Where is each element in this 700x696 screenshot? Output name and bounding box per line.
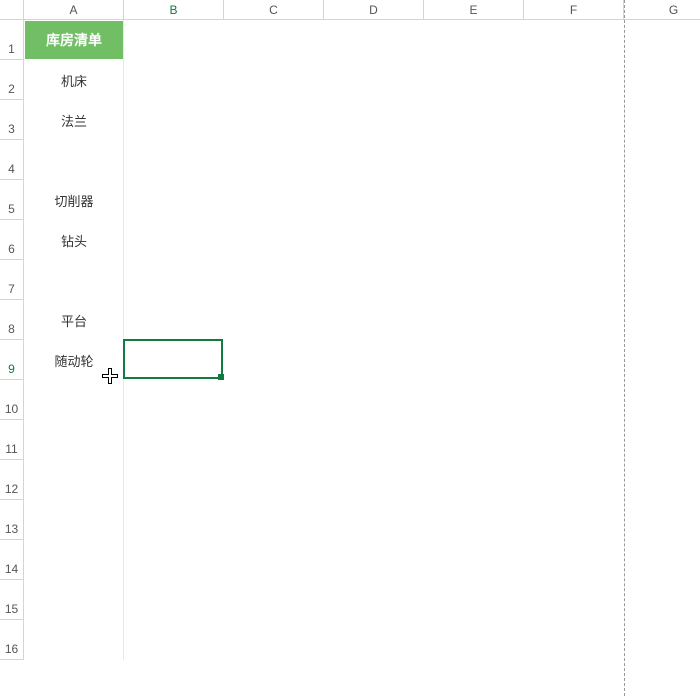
row-header-3[interactable]: 3 <box>0 100 24 140</box>
fill-handle[interactable] <box>218 374 224 380</box>
cell-A7[interactable] <box>24 260 124 300</box>
column-headers: ABCDEFG <box>0 0 700 20</box>
col-header-E[interactable]: E <box>424 0 524 20</box>
row-header-14[interactable]: 14 <box>0 540 24 580</box>
col-header-F[interactable]: F <box>524 0 624 20</box>
row-header-16[interactable]: 16 <box>0 620 24 660</box>
cell-text: 钻头 <box>61 231 87 250</box>
col-header-C[interactable]: C <box>224 0 324 20</box>
cell-A3[interactable]: 法兰 <box>24 100 124 140</box>
cell-text: 切削器 <box>54 191 93 210</box>
row-header-4[interactable]: 4 <box>0 140 24 180</box>
cell-A6[interactable]: 钻头 <box>24 220 124 260</box>
cell-text: 机床 <box>61 71 87 90</box>
col-header-D[interactable]: D <box>324 0 424 20</box>
row-header-12[interactable]: 12 <box>0 460 24 500</box>
cell-A5[interactable]: 切削器 <box>24 180 124 220</box>
row-header-2[interactable]: 2 <box>0 60 24 100</box>
cell-A4[interactable] <box>24 140 124 180</box>
col-header-G[interactable]: G <box>624 0 700 20</box>
col-header-A[interactable]: A <box>24 0 124 20</box>
page-break-line <box>624 0 625 696</box>
cell-A2[interactable]: 机床 <box>24 60 124 100</box>
cell-text: 随动轮 <box>54 351 93 370</box>
row-header-13[interactable]: 13 <box>0 500 24 540</box>
cell-text: 法兰 <box>61 111 87 130</box>
selection-box <box>123 339 223 379</box>
row-header-1[interactable]: 1 <box>0 20 24 60</box>
row-header-11[interactable]: 11 <box>0 420 24 460</box>
row-header-15[interactable]: 15 <box>0 580 24 620</box>
row-header-10[interactable]: 10 <box>0 380 24 420</box>
row-header-6[interactable]: 6 <box>0 220 24 260</box>
row-header-9[interactable]: 9 <box>0 340 24 380</box>
row-header-7[interactable]: 7 <box>0 260 24 300</box>
cell-text: 平台 <box>61 311 87 330</box>
col-header-B[interactable]: B <box>124 0 224 20</box>
row-headers: 12345678910111213141516 <box>0 20 24 660</box>
row-header-5[interactable]: 5 <box>0 180 24 220</box>
cell-A8[interactable]: 平台 <box>24 300 124 340</box>
cell-A9[interactable]: 随动轮 <box>24 340 124 380</box>
row-header-8[interactable]: 8 <box>0 300 24 340</box>
spreadsheet[interactable]: ABCDEFG 12345678910111213141516 库房清单 机床法… <box>0 0 700 696</box>
corner-cell[interactable] <box>0 0 24 20</box>
